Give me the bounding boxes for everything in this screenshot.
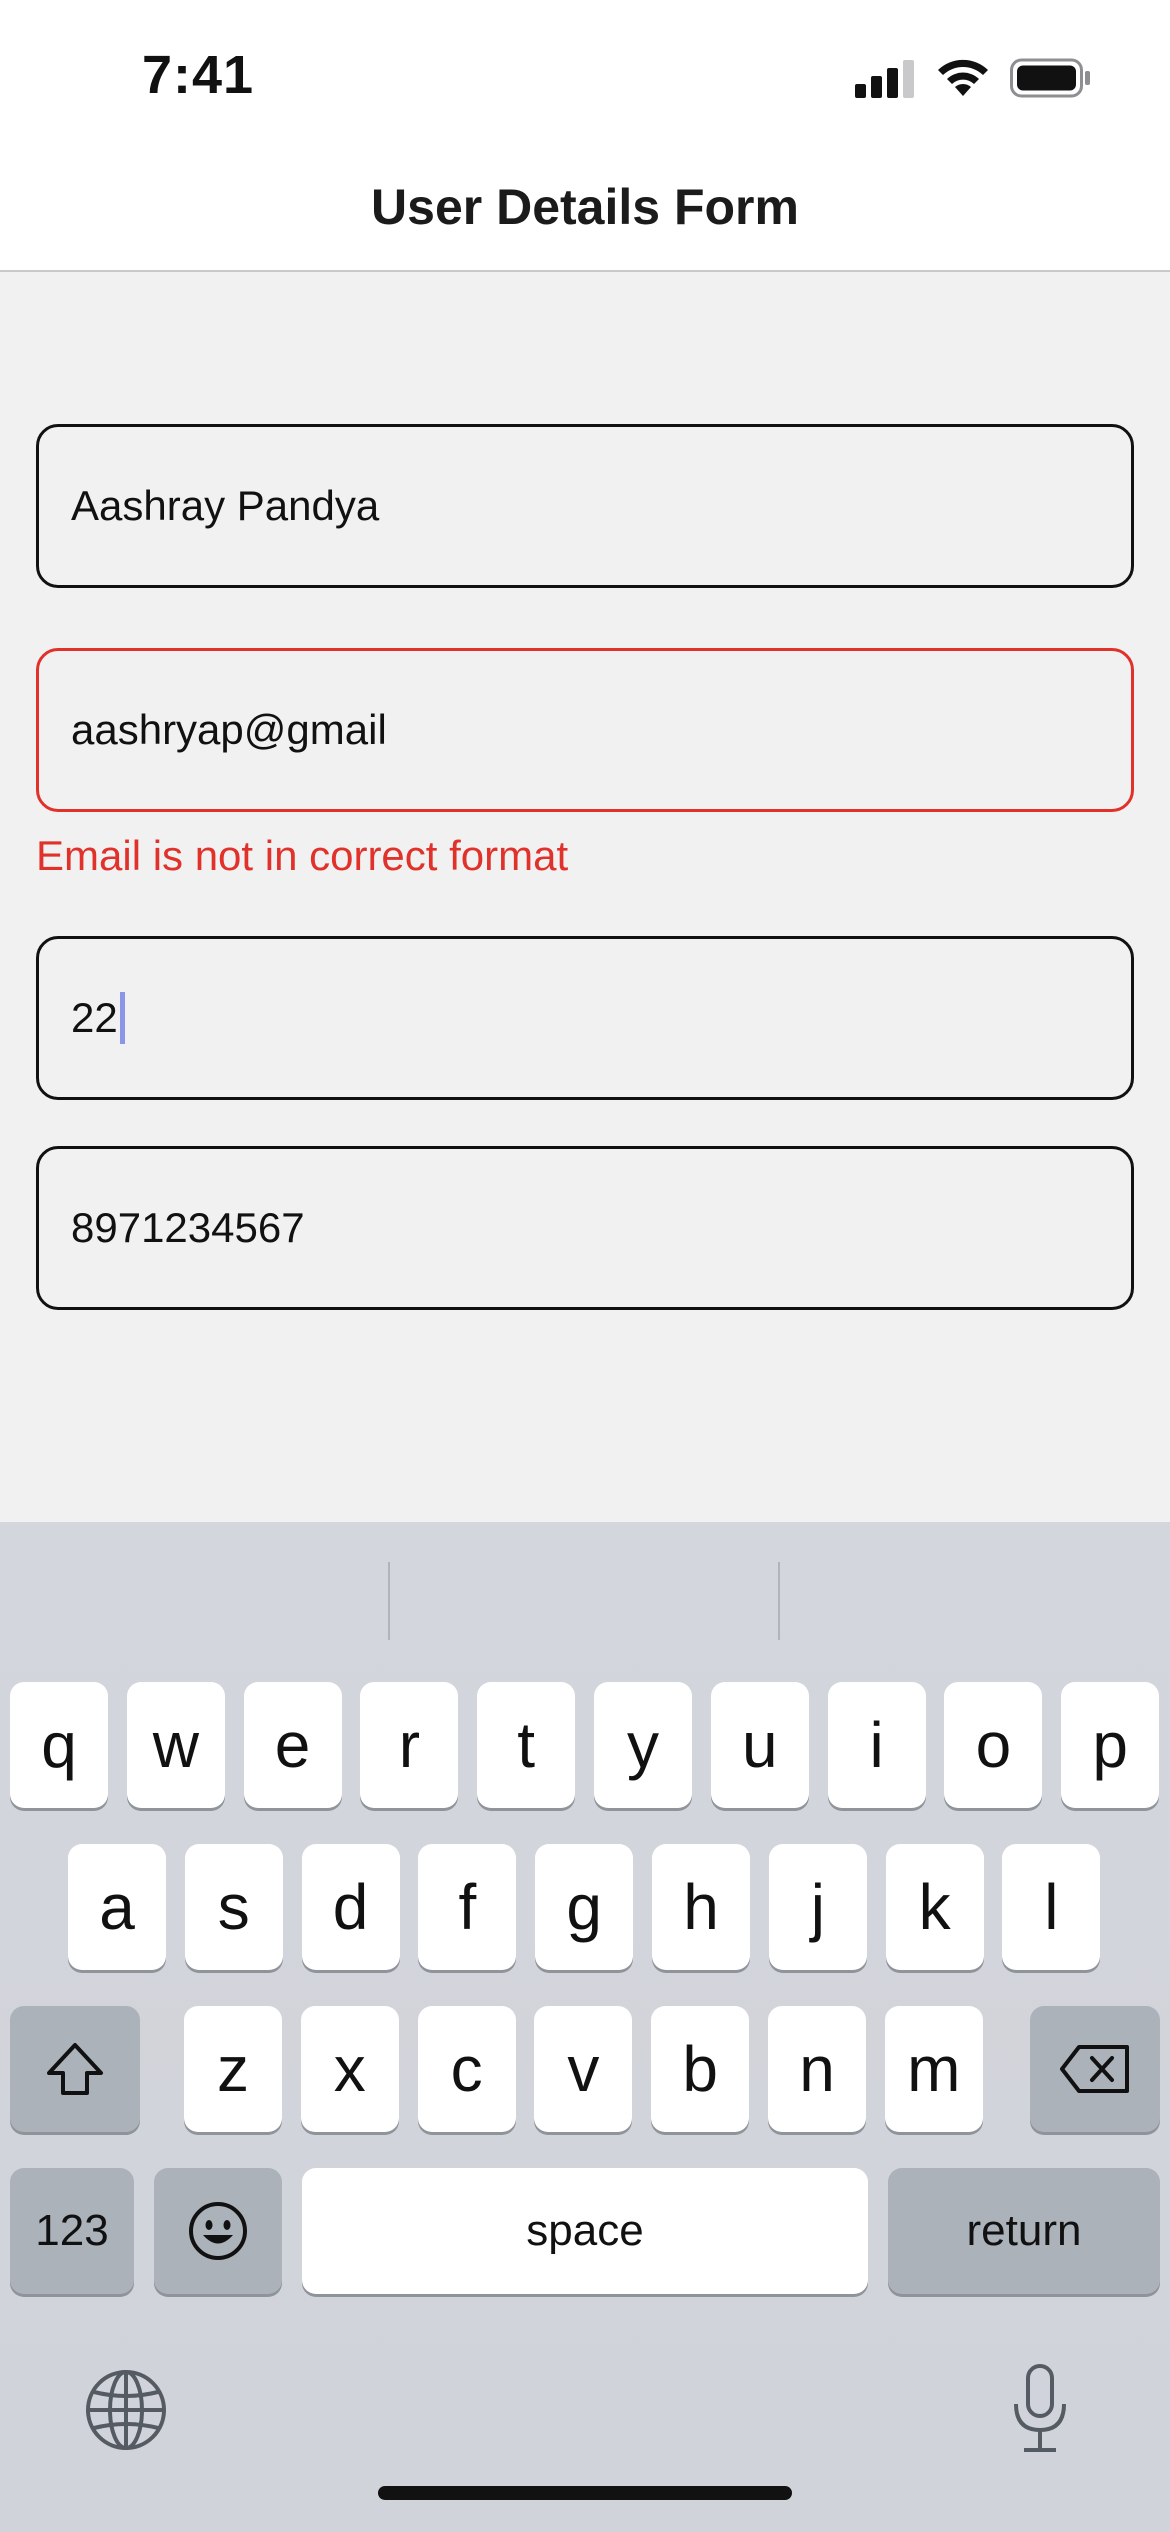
name-field[interactable]: Aashray Pandya	[36, 424, 1134, 588]
numbers-key[interactable]: 123	[10, 2168, 134, 2294]
shift-icon	[47, 2043, 103, 2095]
key-t[interactable]: t	[477, 1682, 576, 1808]
key-v[interactable]: v	[534, 2006, 633, 2132]
key-b[interactable]: b	[651, 2006, 750, 2132]
key-a[interactable]: a	[68, 1844, 166, 1970]
shift-key[interactable]	[10, 2006, 140, 2132]
phone-field[interactable]: 8971234567	[36, 1146, 1134, 1310]
key-s[interactable]: s	[184, 1844, 283, 1970]
suggestion-divider	[388, 1562, 390, 1640]
email-field[interactable]: aashryap@gmail	[36, 648, 1134, 812]
key-k[interactable]: k	[885, 1844, 984, 1970]
email-error-message: Email is not in correct format	[36, 832, 569, 879]
wifi-icon	[938, 59, 988, 96]
status-time: 7:41	[142, 45, 255, 105]
key-j[interactable]: j	[768, 1844, 867, 1970]
key-l[interactable]: l	[1002, 1844, 1101, 1970]
key-y[interactable]: y	[594, 1682, 692, 1808]
key-n[interactable]: n	[768, 2006, 866, 2132]
delete-icon	[1060, 2045, 1129, 2093]
space-key[interactable]: space	[302, 2168, 868, 2294]
age-field-value: 22	[71, 994, 118, 1041]
emoji-key[interactable]	[154, 2168, 282, 2294]
key-d[interactable]: d	[301, 1844, 400, 1970]
top-bar: 7:41 User Details Form	[0, 0, 1170, 272]
key-f[interactable]: f	[418, 1844, 517, 1970]
phone-field-value: 8971234567	[71, 1204, 305, 1251]
key-w[interactable]: w	[126, 1682, 225, 1808]
key-z[interactable]: z	[184, 2006, 282, 2132]
key-o[interactable]: o	[944, 1682, 1043, 1808]
email-field-value: aashryap@gmail	[71, 706, 387, 753]
text-cursor	[119, 992, 125, 1044]
home-indicator	[378, 2486, 792, 2500]
page-title: User Details Form	[371, 179, 799, 235]
key-c[interactable]: c	[417, 2006, 516, 2132]
age-field[interactable]: 22	[36, 936, 1134, 1100]
microphone-icon[interactable]	[1008, 2362, 1072, 2454]
battery-icon	[1010, 58, 1090, 98]
signal-icon	[855, 58, 915, 98]
key-q[interactable]: q	[10, 1682, 108, 1808]
key-u[interactable]: u	[710, 1682, 809, 1808]
key-i[interactable]: i	[827, 1682, 926, 1808]
suggestion-divider	[778, 1562, 780, 1640]
return-key[interactable]: return	[888, 2168, 1160, 2294]
globe-icon[interactable]	[84, 2368, 168, 2452]
key-h[interactable]: h	[652, 1844, 750, 1970]
name-field-value: Aashray Pandya	[71, 482, 380, 529]
key-p[interactable]: p	[1061, 1682, 1160, 1808]
key-m[interactable]: m	[884, 2006, 983, 2132]
keyboard: qwertyuiop asdfghjkl zxcvbnm 123 space r…	[0, 1522, 1170, 2532]
key-e[interactable]: e	[243, 1682, 342, 1808]
key-r[interactable]: r	[360, 1682, 459, 1808]
emoji-icon	[189, 2202, 247, 2260]
delete-key[interactable]	[1030, 2006, 1160, 2132]
key-g[interactable]: g	[535, 1844, 634, 1970]
key-x[interactable]: x	[300, 2006, 399, 2132]
